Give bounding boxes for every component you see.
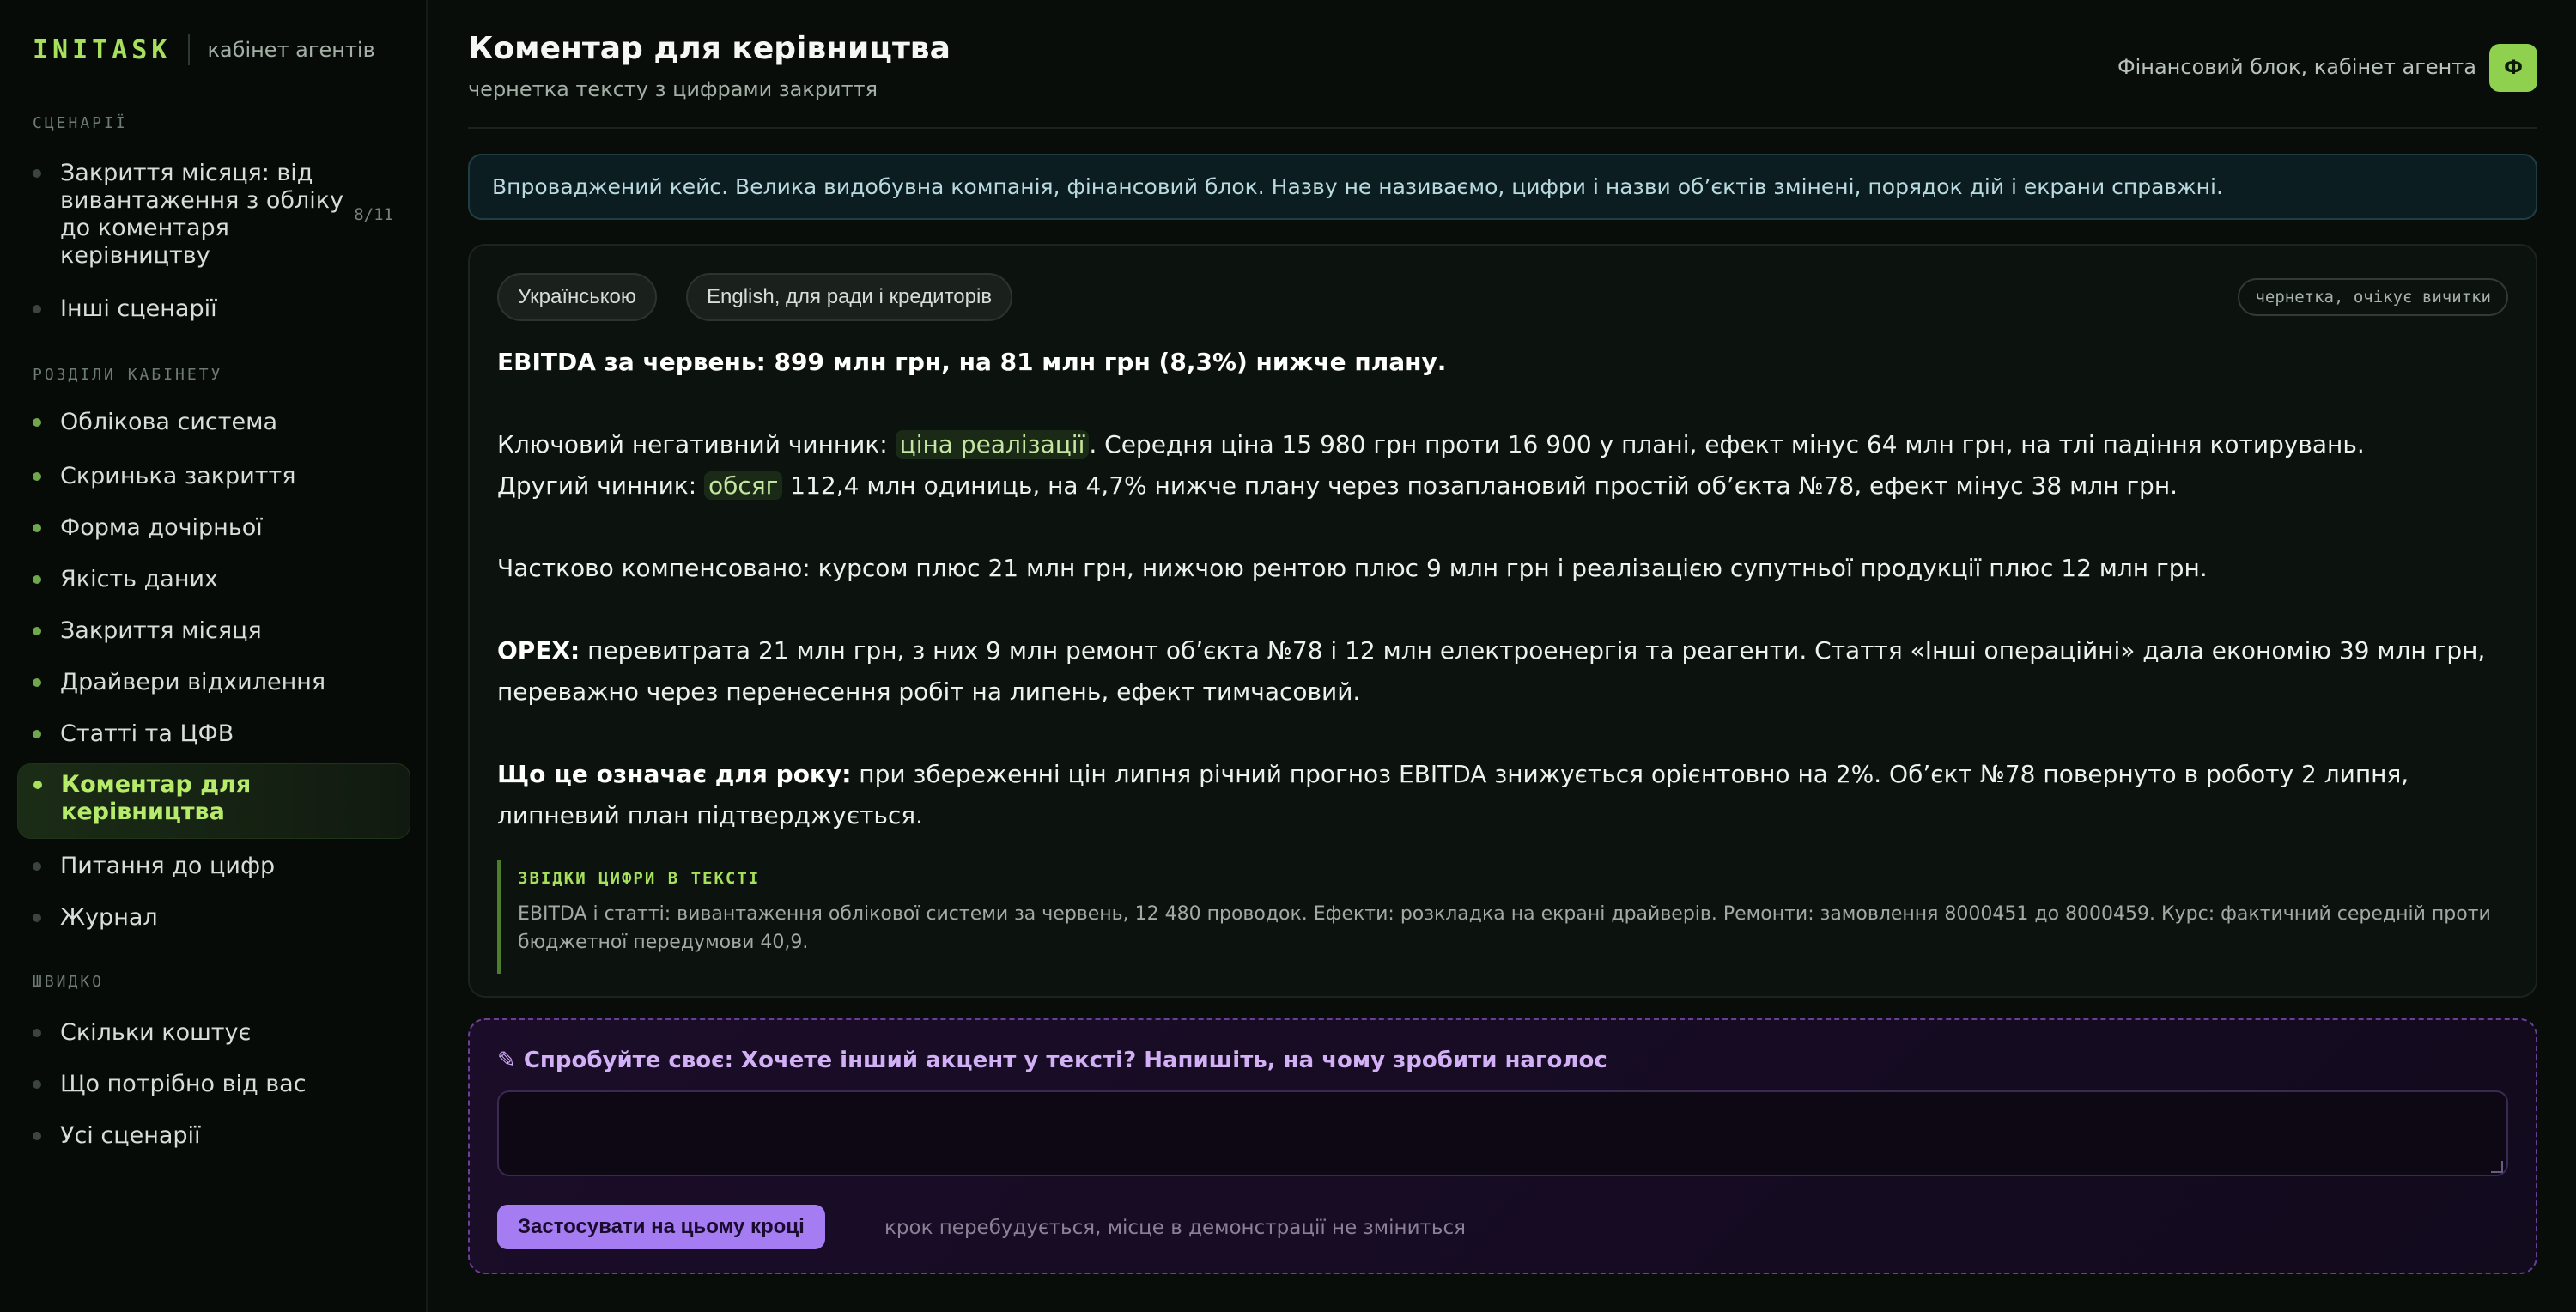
draft-paragraph-drivers: Ключовий негативний чинник: ціна реаліза… [497,424,2508,465]
sidebar-item-articles-cfr[interactable]: Статті та ЦФВ [17,720,410,748]
apply-button[interactable]: Застосувати на цьому кроці [497,1205,825,1249]
try-yourself-box: ✎ Спробуйте своє: Хочете інший акцент у … [468,1018,2537,1274]
sidebar-item-label: Закриття місяця [60,617,262,644]
status-dot [33,472,41,481]
draft-card: Українською English, для ради і кредитор… [468,244,2537,998]
draft-paragraph-volume: Другий чинник: обсяг 112,4 млн одиниць, … [497,465,2508,507]
sidebar-item-what-we-need[interactable]: Що потрібно від вас [17,1071,410,1098]
status-dot [33,627,41,635]
sidebar-item-month-close[interactable]: Закриття місяця [17,617,410,645]
emphasis-input[interactable] [497,1090,2508,1176]
sidebar-item-data-quality[interactable]: Якість даних [17,566,410,593]
status-dot [33,914,41,922]
tab-ukrainian[interactable]: Українською [497,273,657,321]
text-label: Що це означає для року: [497,760,852,788]
brand[interactable]: INITASK кабінет агентів [33,33,375,67]
sidebar-item-label: Коментар для керівництва [61,771,252,825]
sidebar-item-label: Журнал [60,904,158,931]
sidebar-item-label: Усі сценарії [60,1122,201,1149]
sidebar-item-management-comment[interactable]: Коментар для керівництва [17,763,410,839]
brand-logo: INITASK [33,34,172,65]
sidebar-item-accounting-system[interactable]: Облікова система [17,409,410,436]
status-dot [33,169,41,178]
text-label: OPEX: [497,636,580,665]
sidebar-item-label: Драйвери відхилення [60,669,326,695]
text-span: перевитрата 21 млн грн, з них 9 млн ремо… [497,636,2486,706]
sidebar-item-label: Якість даних [60,566,219,592]
status-dot [33,575,41,584]
sidebar-item-label: Питання до цифр [60,853,276,879]
sidebar-item-variance-drivers[interactable]: Драйвери відхилення [17,669,410,696]
draft-paragraph-year: Що це означає для року: при збереженні ц… [497,754,2508,836]
status-dot [33,524,41,532]
brand-divider [188,34,191,65]
sidebar-item-pricing[interactable]: Скільки коштує [17,1019,410,1047]
sidebar-item-label: Що потрібно від вас [60,1071,307,1097]
progress-count: 8/11 [354,205,393,224]
text-span: Другий чинник: [497,471,705,500]
sidebar-item-questions-to-figures[interactable]: Питання до цифр [17,853,410,880]
text-span: Ключовий негативний чинник: [497,430,896,459]
page-title: Коментар для керівництва [468,31,951,66]
sources-title: ЗВІДКИ ЦИФРИ В ТЕКСТІ [518,869,761,888]
status-badge: чернетка, очікує вичитки [2238,278,2508,316]
section-title-sections: РОЗДІЛИ КАБІНЕТУ [33,366,223,384]
status-dot [33,305,41,313]
try-title: ✎ Спробуйте своє: Хочете інший акцент у … [497,1048,1607,1073]
sidebar-item-month-close-scenario[interactable]: Закриття місяця: від вивантаження з облі… [17,160,410,270]
draft-text: EBITDA за червень: 899 млн грн, на 81 мл… [497,342,2508,836]
brand-subtitle: кабінет агентів [207,38,375,62]
resize-handle-icon[interactable] [2491,1161,2503,1173]
sidebar-item-label: Облікова система [60,409,278,435]
draft-headline: EBITDA за червень: 899 млн грн, на 81 мл… [497,348,1447,376]
sidebar-item-label: Форма дочірньої [60,514,263,541]
sidebar-item-label: Скринька закриття [60,463,296,489]
status-dot [33,730,41,738]
apply-note: крок перебудується, місце в демонстрації… [884,1217,1466,1239]
sidebar-item-label: Інші сценарії [60,295,217,322]
status-dot [33,1132,41,1140]
sidebar-item-other-scenarios[interactable]: Інші сценарії [17,295,410,323]
tab-english[interactable]: English, для ради і кредиторів [686,273,1013,321]
sidebar-item-subsidiary-form[interactable]: Форма дочірньої [17,514,410,542]
text-span: 112,4 млн одиниць, на 4,7% нижче плану ч… [782,471,2178,500]
sidebar-item-label: Статті та ЦФВ [60,720,234,747]
sidebar-item-all-scenarios[interactable]: Усі сценарії [17,1122,410,1150]
sidebar-item-closing-inbox[interactable]: Скринька закриття [17,463,410,490]
info-banner: Впроваджений кейс. Велика видобувна комп… [468,154,2537,220]
status-dot [33,862,41,871]
sources-note: ЗВІДКИ ЦИФРИ В ТЕКСТІ EBITDA і статті: в… [497,860,2508,974]
info-banner-text: Впроваджений кейс. Велика видобувна комп… [492,174,2223,199]
sidebar: INITASK кабінет агентів СЦЕНАРІЇ Закритт… [0,0,428,1312]
header-divider [468,127,2537,129]
status-dot [33,1080,41,1089]
draft-paragraph-opex: OPEX: перевитрата 21 млн грн, з них 9 мл… [497,630,2508,713]
page-subtitle: чернетка тексту з цифрами закриття [468,77,878,101]
sources-text: EBITDA і статті: вивантаження облікової … [518,903,2491,953]
highlight-price: ціна реалізації [895,430,1090,459]
draft-paragraph-compensation: Частково компенсовано: курсом плюс 21 мл… [497,554,2208,582]
status-dot [33,678,41,687]
section-title-scenarios: СЦЕНАРІЇ [33,114,128,132]
status-dot [33,418,41,427]
agent-label: Фінансовий блок, кабінет агента [2117,55,2476,79]
text-span: . Середня ціна 15 980 грн проти 16 900 у… [1089,430,2365,459]
status-dot [33,781,42,789]
section-title-quick: ШВИДКО [33,973,105,991]
sidebar-item-journal[interactable]: Журнал [17,904,410,932]
sidebar-item-label: Скільки коштує [60,1019,252,1046]
highlight-volume: обсяг [704,471,783,500]
avatar[interactable]: Ф [2489,44,2537,92]
status-dot [33,1029,41,1037]
sidebar-item-label: Закриття місяця: від вивантаження з облі… [60,160,344,269]
